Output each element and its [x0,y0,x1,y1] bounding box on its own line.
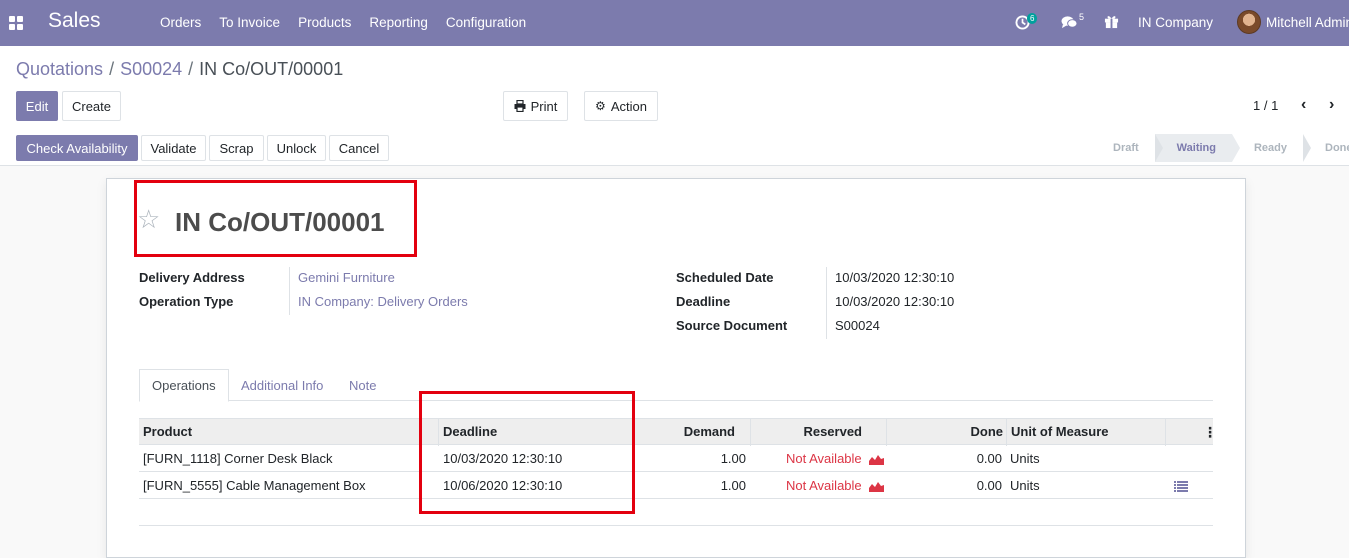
deadline-value: 10/03/2020 12:30:10 [835,294,955,309]
deadline-label: Deadline [676,294,731,309]
forecast-area-chart-icon[interactable] [869,481,885,493]
column-deadline[interactable]: Deadline [439,419,501,446]
print-label: Print [530,98,558,114]
gift-icon[interactable] [1104,14,1119,29]
stage-draft[interactable]: Draft [1097,134,1163,162]
menu-item-configuration[interactable]: Configuration [446,15,526,30]
table-row[interactable]: [FURN_5555] Cable Management Box 10/06/2… [139,473,1213,499]
action-button[interactable]: ⚙ Action [584,91,658,121]
menu-item-to-invoice[interactable]: To Invoice [219,15,280,30]
column-done[interactable]: Done [887,419,1007,446]
tab-note[interactable]: Note [337,369,388,402]
row-demand: 1.00 [720,451,746,466]
row-reserved-status: Not Available [786,451,862,466]
field-separator [826,267,827,339]
row-product: [FURN_1118] Corner Desk Black [143,451,333,466]
forecast-area-chart-icon[interactable] [869,454,885,466]
print-button[interactable]: Print [503,91,568,121]
column-options-icon[interactable]: ⋮ [1199,419,1221,446]
unlock-button[interactable]: Unlock [267,135,326,161]
detailed-operations-list-icon[interactable] [1174,481,1188,492]
row-deadline: 10/03/2020 12:30:10 [443,451,563,466]
menu-item-reporting[interactable]: Reporting [369,15,428,30]
operation-type-label: Operation Type [139,294,234,309]
form-sheet: ☆ IN Co/OUT/00001 Delivery Address Gemin… [106,178,1246,558]
apps-menu-icon[interactable] [9,16,23,30]
breadcrumb: Quotations / S00024/IN Co/OUT/00001 [16,59,343,80]
breadcrumb-separator: / [109,59,115,79]
pager-previous-icon[interactable]: ‹ [1301,96,1306,114]
row-deadline: 10/06/2020 12:30:10 [443,478,563,493]
scheduled-date-value: 10/03/2020 12:30:10 [835,270,955,285]
tab-additional-info[interactable]: Additional Info [229,369,335,402]
row-reserved: Not Available [786,446,885,472]
field-separator [289,267,290,315]
pager-value[interactable]: 1 / 1 [1253,98,1278,113]
notebook-tabs: Operations Additional Info Note [139,369,1213,402]
star-icon[interactable]: ☆ [137,206,160,232]
record-title: IN Co/OUT/00001 [175,207,385,237]
source-document-label: Source Document [676,318,788,333]
menu-item-orders[interactable]: Orders [160,15,201,30]
breadcrumb-current: IN Co/OUT/00001 [199,59,344,79]
activity-count-badge: 6 [1027,13,1038,24]
breadcrumb-separator: / [188,59,194,79]
cancel-button[interactable]: Cancel [329,135,389,161]
delivery-address-label: Delivery Address [139,270,245,285]
print-icon [514,100,526,112]
row-reserved: Not Available [786,473,885,499]
scrap-button[interactable]: Scrap [209,135,264,161]
pager-next-icon[interactable]: › [1329,96,1334,114]
message-count-badge: 5 [1079,12,1085,22]
stage-waiting[interactable]: Waiting [1154,134,1241,162]
delivery-address-value[interactable]: Gemini Furniture [298,270,395,285]
column-demand[interactable]: Demand [639,419,739,446]
tab-operations[interactable]: Operations [139,369,229,402]
breadcrumb-quotations[interactable]: Quotations [16,59,103,79]
column-divider [1165,419,1166,446]
column-product[interactable]: Product [139,419,196,446]
stage-ready[interactable]: Ready [1231,134,1312,162]
column-unit-of-measure[interactable]: Unit of Measure [1007,419,1113,446]
control-panel: Quotations / S00024/IN Co/OUT/00001 Edit C… [0,46,1349,166]
source-document-value: S00024 [835,318,880,333]
column-reserved[interactable]: Reserved [751,419,866,446]
status-bar: Draft Waiting Ready Done [1097,134,1349,162]
check-availability-button[interactable]: Check Availability [16,135,138,161]
breadcrumb-s00024[interactable]: S00024 [120,59,182,79]
table-header: Product Deadline Demand Reserved Done Un… [139,418,1217,446]
edit-button[interactable]: Edit [16,91,58,121]
user-menu[interactable]: Mitchell Admin [1266,15,1349,30]
top-navbar: Sales Orders To Invoice Products Reporti… [0,0,1349,46]
action-label: Action [610,98,647,114]
company-switcher[interactable]: IN Company [1138,15,1213,30]
gear-icon: ⚙ [595,99,606,113]
row-done: 0.00 [976,478,1002,493]
menu-item-products[interactable]: Products [298,15,351,30]
validate-button[interactable]: Validate [141,135,206,161]
table-empty-row [139,500,1213,526]
operation-type-value[interactable]: IN Company: Delivery Orders [298,294,468,309]
row-uom: Units [1010,478,1040,493]
table-row[interactable]: [FURN_1118] Corner Desk Black 10/03/2020… [139,446,1213,472]
scheduled-date-label: Scheduled Date [676,270,774,285]
main-menu: Orders To Invoice Products Reporting Con… [160,15,544,30]
row-demand: 1.00 [720,478,746,493]
app-name[interactable]: Sales [48,9,101,33]
row-product: [FURN_5555] Cable Management Box [143,478,366,493]
create-button[interactable]: Create [62,91,121,121]
row-reserved-status: Not Available [786,478,862,493]
user-avatar[interactable] [1237,10,1261,34]
row-uom: Units [1010,451,1040,466]
row-done: 0.00 [976,451,1002,466]
